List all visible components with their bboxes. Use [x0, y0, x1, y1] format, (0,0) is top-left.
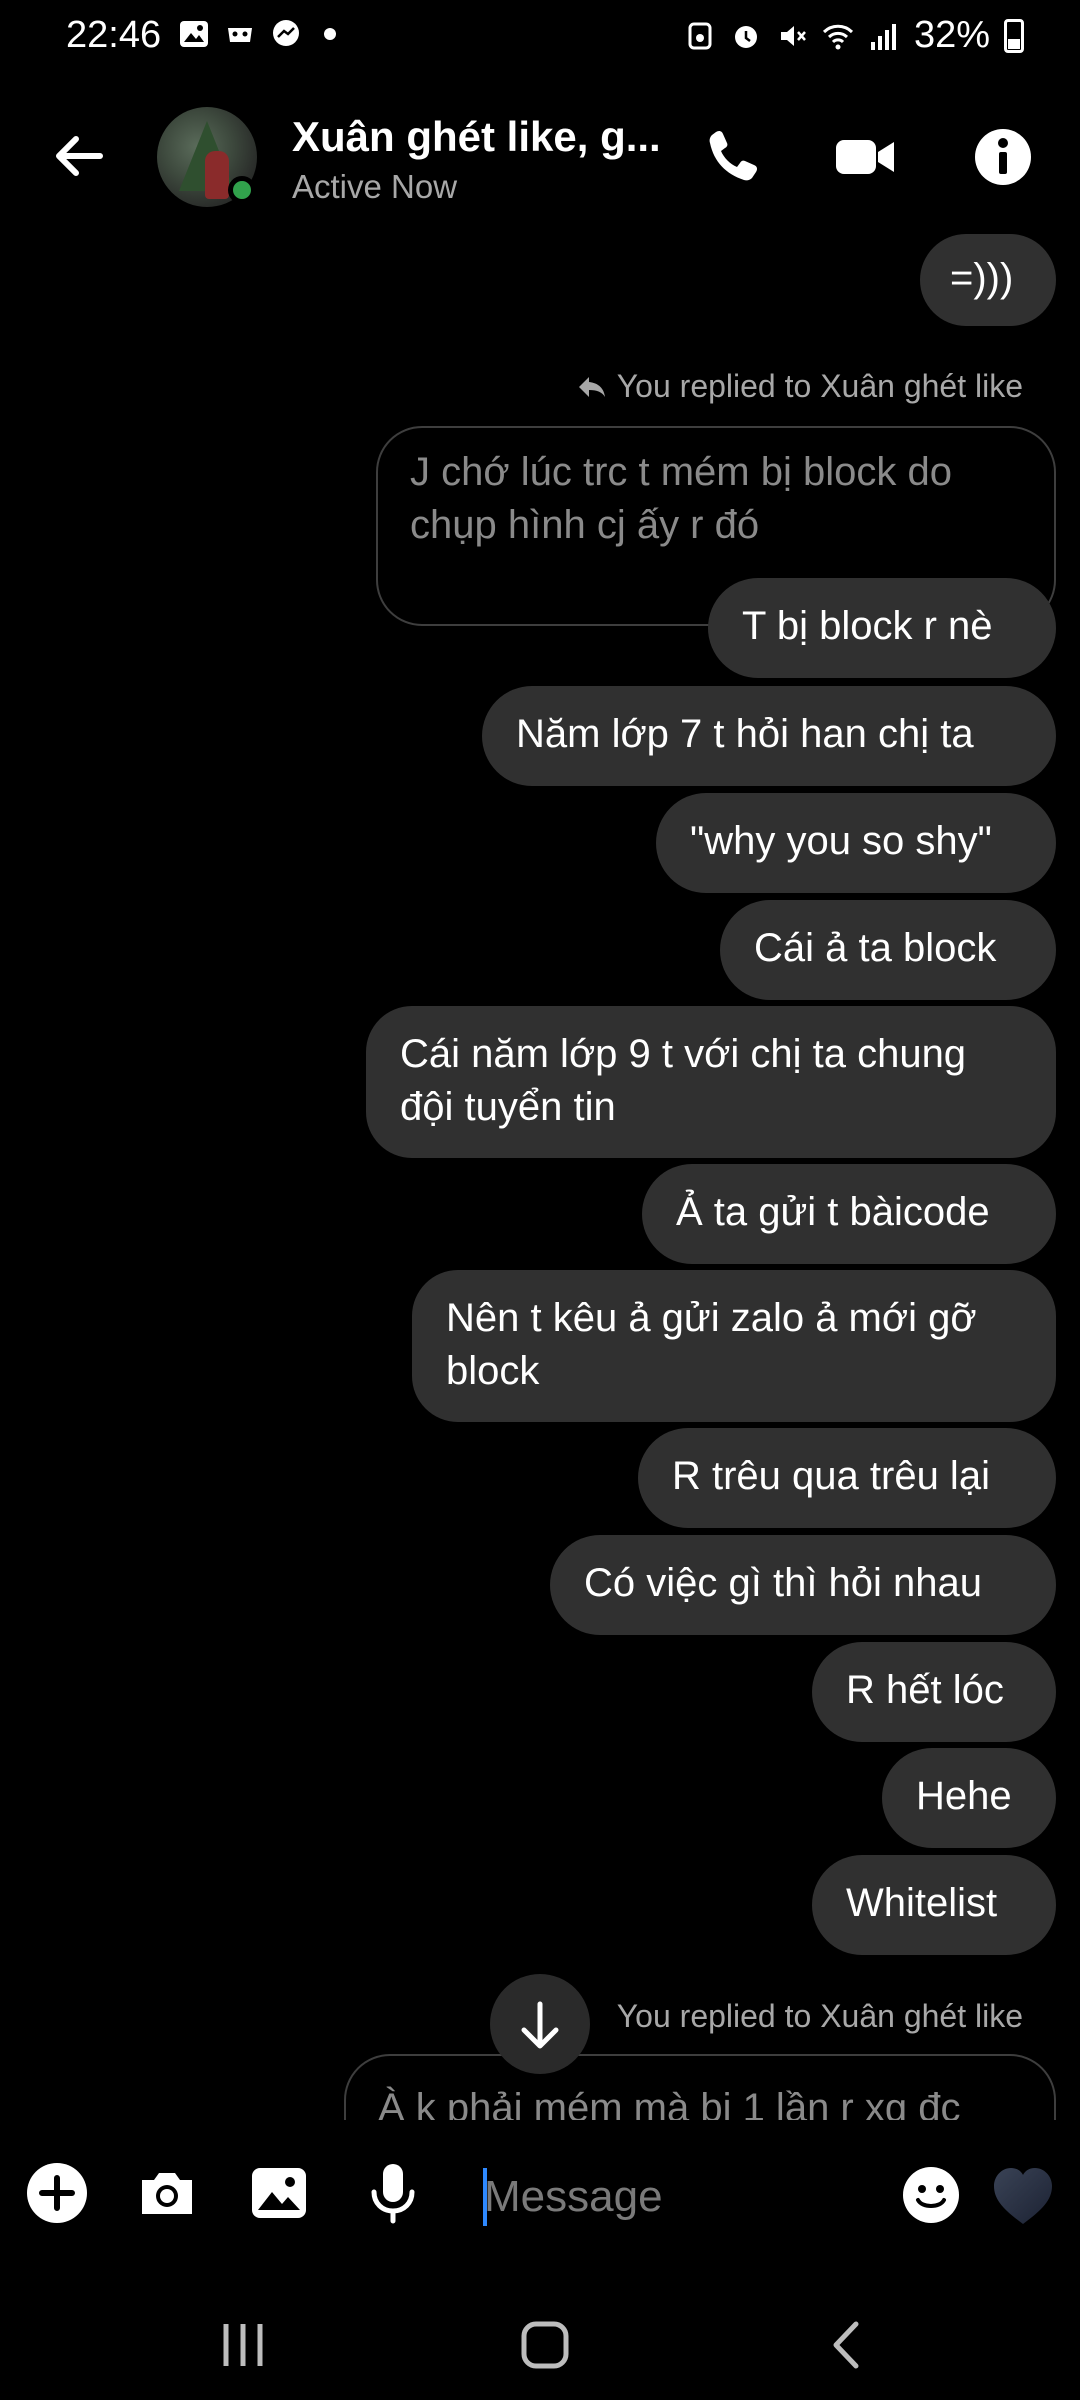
scroll-to-bottom-button[interactable]	[490, 1974, 590, 2074]
message-bubble[interactable]: Hehe	[882, 1748, 1056, 1848]
reply-label: You replied to Xuân ghét like	[577, 368, 1023, 405]
message-bubble[interactable]: R hết lóc	[812, 1642, 1056, 1742]
message-bubble[interactable]: =)))	[920, 234, 1056, 326]
message-bubble[interactable]: Cái năm lớp 9 t với chị ta chung đội tuy…	[366, 1006, 1056, 1158]
battery-percent: 32%	[913, 14, 990, 56]
image-icon[interactable]	[246, 2160, 312, 2226]
text-cursor	[483, 2168, 487, 2226]
message-bubble[interactable]: Whitelist	[812, 1855, 1056, 1955]
plus-circle-icon[interactable]	[24, 2160, 90, 2226]
message-bubble[interactable]: T bị block r nè	[708, 578, 1056, 678]
reply-label: You replied to Xuân ghét like	[617, 1998, 1023, 2035]
notification-icons	[178, 18, 336, 50]
conversation-name[interactable]: Xuân ghét like, g...	[292, 113, 662, 161]
arrow-down-icon	[521, 2001, 559, 2049]
game-notification-icon	[228, 28, 252, 42]
message-bubble[interactable]: R trêu qua trêu lại	[638, 1428, 1056, 1528]
messenger-notification-icon	[273, 20, 299, 46]
reply-label-text: You replied to Xuân ghét like	[616, 368, 1023, 404]
online-indicator	[228, 176, 256, 204]
message-bubble[interactable]: Có việc gì thì hỏi nhau	[550, 1535, 1056, 1635]
more-notifications-dot	[324, 28, 336, 40]
message-composer	[0, 2150, 1080, 2250]
recent-apps-icon[interactable]	[208, 2310, 278, 2380]
info-icon[interactable]	[970, 124, 1036, 190]
recycle-icon	[688, 22, 712, 49]
wifi-icon	[822, 24, 853, 49]
status-time: 22:46	[66, 14, 162, 56]
reply-label-text: You replied to Xuân ghét like	[616, 1998, 1023, 2034]
phone-icon[interactable]	[700, 124, 766, 190]
signal-icon	[870, 23, 896, 50]
message-list[interactable]: =))) You replied to Xuân ghét like J chớ…	[0, 230, 1080, 2120]
heart-icon[interactable]	[990, 2164, 1056, 2230]
gallery-notification-icon	[180, 21, 208, 47]
camera-icon[interactable]	[134, 2160, 200, 2226]
mute-icon	[780, 25, 806, 46]
active-status: Active Now	[292, 168, 458, 205]
conversation-header: Xuân ghét like, g... Active Now	[0, 100, 1080, 220]
message-input[interactable]	[480, 2162, 878, 2232]
message-bubble[interactable]: Ả ta gửi t bàicode	[642, 1164, 1056, 1264]
system-icons: 32%	[684, 14, 1024, 57]
system-navigation-bar	[0, 2290, 1080, 2400]
message-bubble[interactable]: Nên t kêu ả gửi zalo ả mới gỡ block	[412, 1270, 1056, 1422]
battery-icon	[1004, 18, 1024, 53]
alarm-icon	[734, 25, 757, 48]
reply-arrow-icon	[578, 376, 605, 397]
message-bubble[interactable]: Năm lớp 7 t hỏi han chị ta	[482, 686, 1056, 786]
home-icon[interactable]	[510, 2310, 580, 2380]
message-bubble[interactable]: "why you so shy"	[656, 793, 1056, 893]
microphone-icon[interactable]	[360, 2160, 426, 2226]
avatar-person	[205, 151, 229, 199]
smiley-icon[interactable]	[898, 2160, 964, 2226]
message-bubble[interactable]: Cái ả ta block	[720, 900, 1056, 1000]
back-arrow-icon[interactable]	[48, 125, 110, 187]
video-camera-icon[interactable]	[832, 124, 898, 190]
replied-message-quote[interactable]: À k phải mém mà bị 1 lần r xg đc	[344, 2054, 1056, 2120]
nav-back-icon[interactable]	[812, 2310, 882, 2380]
status-bar: 22:46 32%	[0, 0, 1080, 80]
